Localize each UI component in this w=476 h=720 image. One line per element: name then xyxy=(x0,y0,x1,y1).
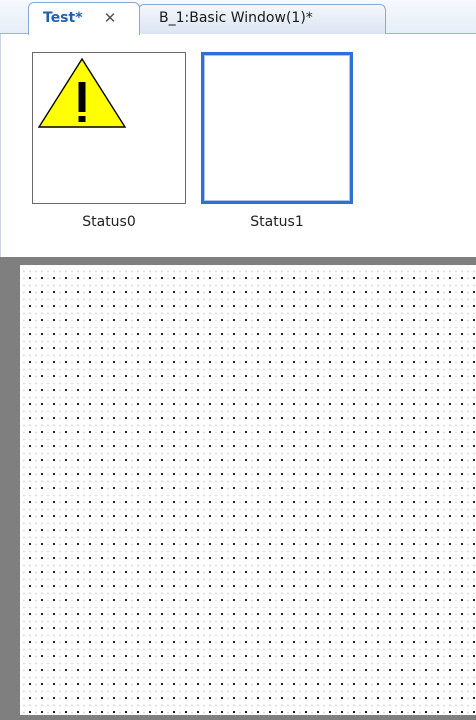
status0-label: Status0 xyxy=(82,214,136,230)
status0-preview[interactable] xyxy=(32,52,186,204)
status1-preview[interactable] xyxy=(201,52,353,204)
tab-strip: B_1:Basic Window(1)* Test* ✕ xyxy=(0,0,476,35)
canvas-bottom-border xyxy=(0,715,476,720)
tab-basic-window[interactable]: B_1:Basic Window(1)* xyxy=(138,4,386,34)
tab-label: B_1:Basic Window(1)* xyxy=(159,10,313,26)
warning-triangle-icon xyxy=(37,57,127,128)
tab-test[interactable]: Test* ✕ xyxy=(28,2,140,35)
status1-label: Status1 xyxy=(250,214,304,230)
design-canvas[interactable] xyxy=(20,265,476,715)
canvas-frame xyxy=(0,257,476,720)
status-panel: Status0 Status1 xyxy=(0,34,476,257)
editor-window: B_1:Basic Window(1)* Test* ✕ Status0 Sta… xyxy=(0,0,476,720)
close-icon[interactable]: ✕ xyxy=(101,3,119,33)
tab-label: Test* xyxy=(43,10,83,26)
